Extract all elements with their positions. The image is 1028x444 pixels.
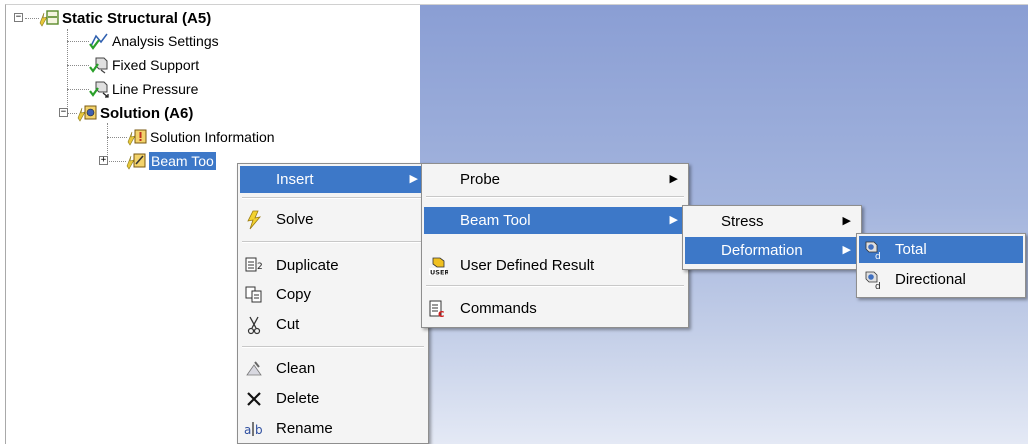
menu-item-directional[interactable]: d Directional — [859, 266, 1023, 293]
beam-tool-submenu: Stress ▶ Deformation ▶ — [682, 205, 862, 270]
menu-separator — [242, 346, 424, 348]
tree-node-beam-tool[interactable]: Beam Too — [126, 150, 216, 172]
context-menu: Insert ▶ Solve 2 Duplicate Copy Cut Clea… — [237, 163, 429, 444]
menu-item-label: Copy — [276, 286, 312, 303]
submenu-arrow-icon: ▶ — [842, 215, 851, 227]
menu-item-label: Duplicate — [276, 257, 339, 274]
menu-item-label: Directional — [895, 271, 966, 288]
svg-text:d: d — [875, 282, 881, 290]
tree-connector — [67, 113, 77, 114]
menu-item-beam-tool[interactable]: Beam Tool ▶ — [424, 207, 686, 234]
svg-text:USER: USER — [430, 269, 448, 277]
tree-connector — [107, 137, 127, 138]
tree-connector — [106, 161, 126, 162]
menu-item-clean[interactable]: Clean — [240, 355, 426, 382]
menu-separator — [242, 241, 424, 243]
menu-separator — [242, 197, 424, 199]
tree-node-line-pressure[interactable]: Line Pressure — [89, 78, 198, 100]
submenu-arrow-icon: ▶ — [669, 173, 678, 185]
total-deformation-icon: d — [863, 240, 883, 262]
menu-item-commands[interactable]: c Commands — [424, 295, 686, 322]
copy-icon — [244, 285, 264, 305]
expand-toggle[interactable]: + — [99, 156, 108, 165]
lightning-icon — [244, 210, 264, 230]
tree-connector — [67, 89, 89, 90]
menu-item-label: User Defined Result — [460, 257, 595, 274]
menu-item-label: Stress — [721, 213, 764, 230]
menu-item-label: Cut — [276, 316, 300, 333]
svg-text:d: d — [875, 252, 881, 260]
menu-separator — [426, 196, 684, 198]
menu-item-label: Deformation — [721, 242, 803, 259]
tree-node-solution-information[interactable]: Solution Information — [127, 126, 275, 148]
fixed-support-icon — [89, 56, 109, 74]
delete-x-icon — [244, 389, 264, 409]
menu-item-total[interactable]: d Total — [859, 236, 1023, 263]
menu-item-label: Total — [895, 241, 927, 258]
user-defined-result-icon: USER — [428, 256, 449, 277]
svg-text:c: c — [438, 307, 445, 319]
menu-item-delete[interactable]: Delete — [240, 385, 426, 412]
collapse-toggle[interactable]: − — [59, 108, 68, 117]
tree-node-analysis-settings[interactable]: Analysis Settings — [89, 30, 219, 52]
menu-item-duplicate[interactable]: 2 Duplicate — [240, 252, 426, 279]
clean-icon — [244, 359, 264, 379]
menu-item-label: Beam Tool — [460, 212, 531, 229]
rename-icon: a b — [244, 419, 264, 439]
tree-connector — [67, 41, 89, 42]
beam-tool-icon — [126, 152, 146, 170]
line-pressure-icon — [89, 80, 109, 98]
static-structural-icon — [39, 9, 59, 27]
menu-item-deformation[interactable]: Deformation ▶ — [685, 237, 859, 264]
tree-node-fixed-support[interactable]: Fixed Support — [89, 54, 199, 76]
menu-item-label: Solve — [276, 211, 314, 228]
analysis-settings-icon — [89, 32, 109, 50]
solution-information-icon — [127, 128, 147, 146]
submenu-arrow-icon: ▶ — [842, 244, 851, 256]
menu-item-copy[interactable]: Copy — [240, 281, 426, 308]
menu-item-rename[interactable]: a b Rename — [240, 415, 426, 442]
tree-connector — [25, 18, 39, 19]
tree-node-label: Static Structural (A5) — [62, 9, 212, 27]
tree-node-label: Fixed Support — [112, 57, 200, 73]
menu-item-label: Commands — [460, 300, 537, 317]
svg-text:2: 2 — [257, 262, 263, 272]
commands-icon: c — [428, 299, 448, 320]
menu-item-solve[interactable]: Solve — [240, 206, 426, 233]
menu-separator — [426, 285, 684, 287]
menu-item-label: Probe — [460, 171, 501, 188]
menu-item-cut[interactable]: Cut — [240, 311, 426, 338]
menu-item-label: Clean — [276, 360, 316, 377]
svg-text:a: a — [244, 423, 251, 437]
scissors-icon — [244, 315, 264, 335]
menu-item-probe[interactable]: Probe ▶ — [424, 166, 686, 193]
collapse-toggle[interactable]: − — [14, 13, 23, 22]
tree-node-label: Solution (A6) — [100, 104, 194, 122]
tree-connector — [67, 65, 89, 66]
menu-item-label: Insert — [276, 171, 314, 188]
menu-item-insert[interactable]: Insert ▶ — [240, 166, 426, 193]
directional-deformation-icon: d — [863, 270, 883, 292]
deformation-submenu: d Total d Directional — [856, 233, 1026, 298]
tree-node-label: Beam Too — [149, 152, 216, 170]
menu-item-label: Rename — [276, 420, 333, 437]
menu-item-label: Delete — [276, 390, 320, 407]
menu-item-stress[interactable]: Stress ▶ — [685, 208, 859, 235]
menu-item-user-defined-result[interactable]: USER User Defined Result — [424, 252, 686, 279]
svg-text:b: b — [255, 423, 263, 437]
submenu-arrow-icon: ▶ — [669, 214, 678, 226]
tree-node-label: Analysis Settings — [112, 33, 219, 49]
tree-node-label: Solution Information — [150, 129, 275, 145]
tree-node-static-structural[interactable]: Static Structural (A5) — [39, 7, 211, 29]
duplicate-icon: 2 — [244, 256, 264, 276]
submenu-arrow-icon: ▶ — [409, 173, 418, 185]
tree-node-solution[interactable]: Solution (A6) — [77, 102, 193, 124]
insert-submenu: Probe ▶ Beam Tool ▶ USER User Defined Re… — [421, 163, 689, 328]
solution-icon — [77, 104, 97, 122]
tree-node-label: Line Pressure — [112, 81, 199, 97]
